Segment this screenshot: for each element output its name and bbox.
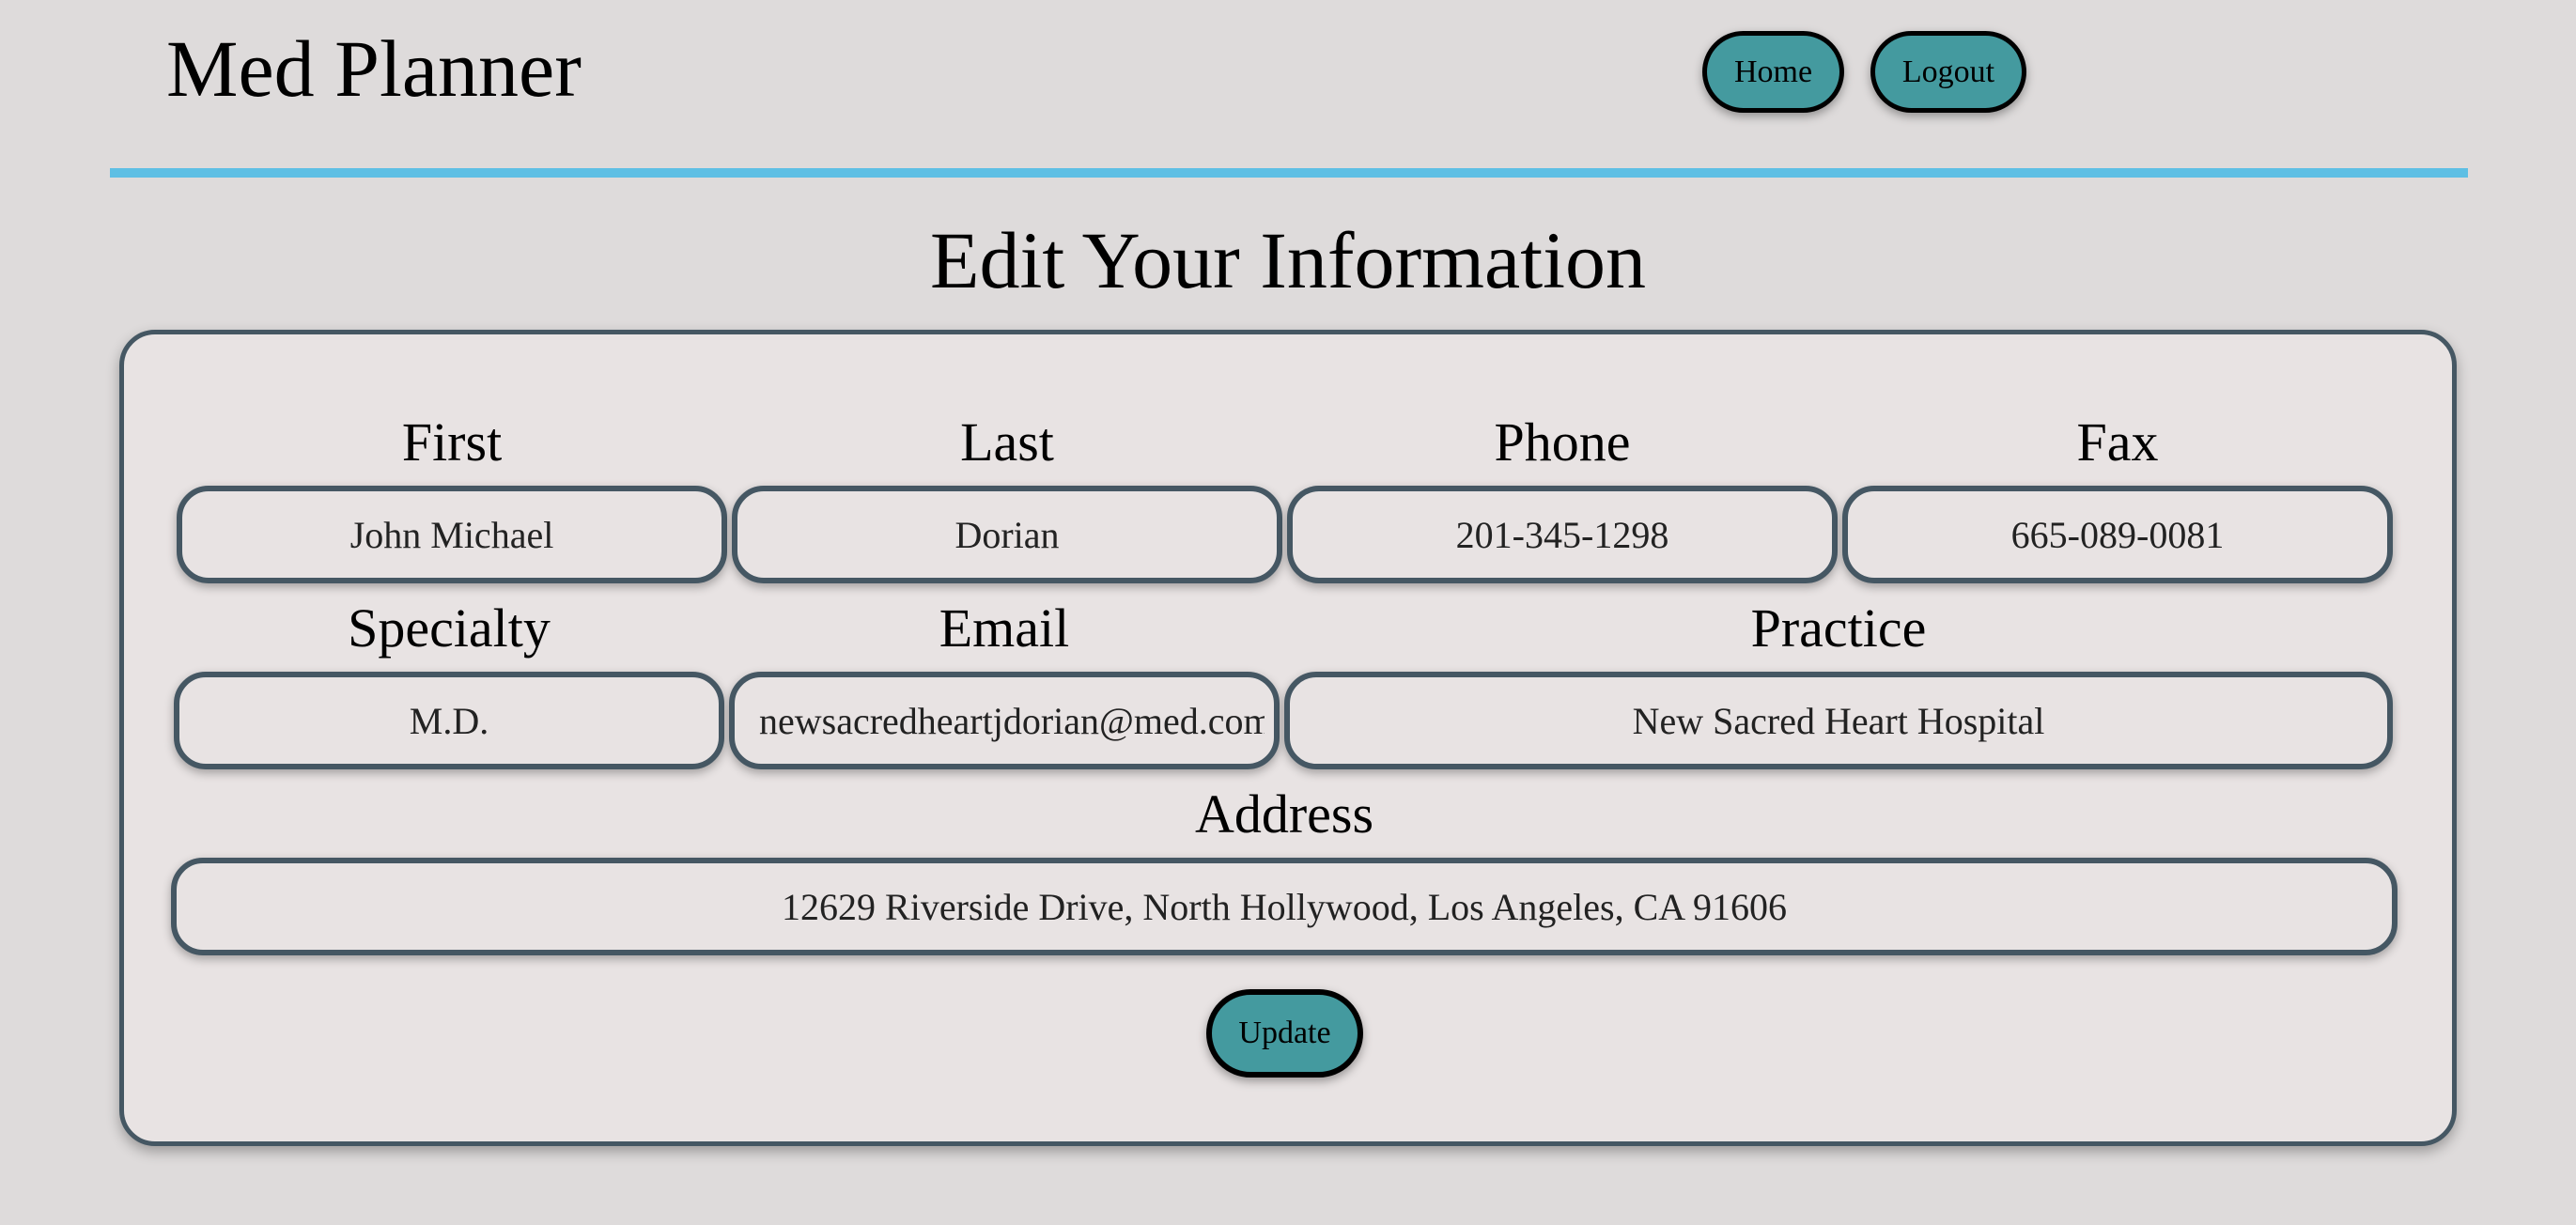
specialty-label: Specialty — [348, 597, 551, 659]
specialty-field[interactable] — [174, 672, 724, 769]
practice-label: Practice — [1750, 597, 1927, 659]
email-label: Email — [939, 597, 1070, 659]
page-title: Edit Your Information — [929, 215, 1647, 305]
site-title: Med Planner — [166, 23, 582, 114]
logout-button[interactable]: Logout — [1870, 31, 2026, 113]
last-name-field[interactable] — [732, 486, 1282, 583]
home-button[interactable]: Home — [1702, 31, 1844, 113]
update-button[interactable]: Update — [1206, 989, 1363, 1078]
practice-field[interactable] — [1284, 672, 2393, 769]
first-name-label: First — [401, 411, 503, 473]
phone-field[interactable] — [1287, 486, 1838, 583]
phone-label: Phone — [1494, 411, 1631, 473]
fax-label: Fax — [2076, 411, 2159, 473]
header-divider — [110, 168, 2468, 178]
fax-field[interactable] — [1842, 486, 2393, 583]
address-field[interactable] — [171, 858, 2398, 955]
address-label: Address — [1194, 783, 1374, 845]
last-name-label: Last — [960, 411, 1054, 473]
email-field[interactable] — [729, 672, 1280, 769]
first-name-field[interactable] — [177, 486, 727, 583]
